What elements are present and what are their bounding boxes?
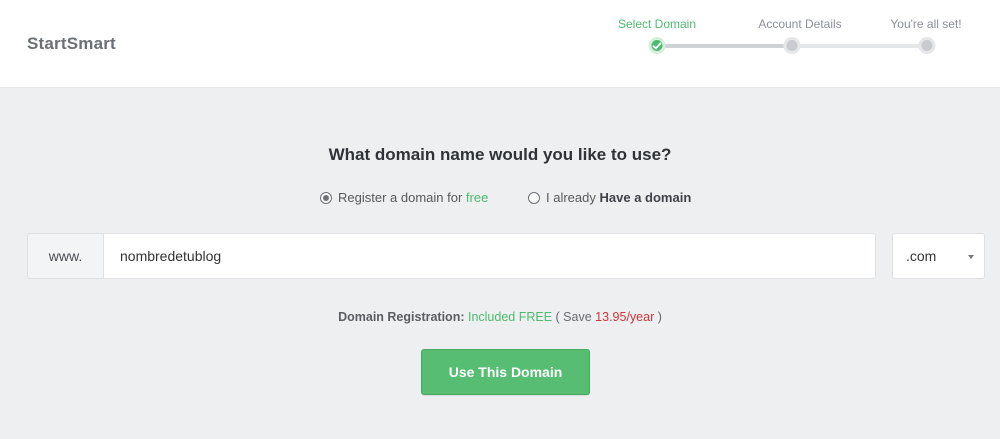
- have-domain-highlight: Have a domain: [599, 190, 692, 205]
- included-free-text: Included FREE: [467, 310, 553, 324]
- step-label-account-details: Account Details: [758, 17, 842, 31]
- app-logo: StartSmart: [27, 34, 116, 53]
- domain-name-input[interactable]: [103, 233, 876, 279]
- step-dot-all-set: [918, 37, 936, 54]
- page-title: What domain name would you like to use?: [328, 145, 672, 164]
- checkmark-icon: [652, 42, 662, 49]
- free-highlight: free: [465, 190, 489, 205]
- step-label-all-set: You're all set!: [890, 17, 962, 31]
- progress-stepper: Select Domain Account Details You're all…: [600, 0, 980, 88]
- register-domain-option[interactable]: Register a domain for free: [320, 190, 488, 205]
- existing-domain-radio[interactable]: [528, 191, 540, 204]
- step-track-1: [657, 44, 792, 48]
- save-close-text: ): [657, 310, 662, 324]
- registration-info: Domain Registration: Included FREE ( Sav…: [0, 310, 1000, 324]
- step-label-select-domain: Select Domain: [617, 17, 697, 31]
- existing-domain-text: I already: [546, 190, 596, 205]
- step-dot-account-details: [783, 37, 801, 54]
- use-this-domain-button[interactable]: Use This Domain: [421, 349, 590, 395]
- step-track-2: [792, 44, 927, 48]
- register-domain-text: Register a domain for: [338, 190, 463, 205]
- save-open-text: ( Save: [555, 310, 592, 324]
- existing-domain-option[interactable]: I already Have a domain: [528, 190, 691, 205]
- registration-label: Domain Registration:: [338, 310, 465, 324]
- register-domain-radio[interactable]: [320, 191, 332, 204]
- top-header: StartSmart Select Domain Account Details…: [0, 0, 1000, 88]
- tld-select[interactable]: .com: [892, 233, 985, 279]
- step-dot-select-domain: [648, 37, 666, 54]
- tld-value: .com: [906, 248, 937, 264]
- caret-down-icon: [968, 255, 974, 259]
- www-prefix: www.: [27, 233, 103, 279]
- price-text: 13.95/year: [595, 310, 655, 324]
